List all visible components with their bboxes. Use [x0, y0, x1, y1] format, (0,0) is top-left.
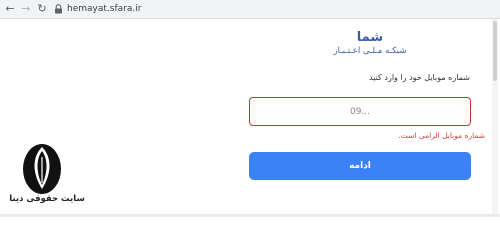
reload-icon[interactable]: ↻	[35, 2, 49, 16]
lock-icon[interactable]	[54, 4, 63, 14]
arrow-left-icon[interactable]: ←	[3, 2, 17, 16]
mobile-error-message: شماره موبایل الزامی است.	[398, 131, 485, 140]
address-bar[interactable]: hemayat.sfara.ir	[67, 3, 141, 15]
brand-title: شما	[356, 30, 384, 45]
browser-toolbar: ← → ↻ hemayat.sfara.ir	[0, 0, 500, 19]
page-scrollbar[interactable]	[492, 19, 498, 215]
mobile-input[interactable]	[249, 97, 471, 126]
brand-subtitle: شبکـه مـلـی اعـتـبـار	[333, 46, 407, 56]
arrow-right-icon[interactable]: →	[19, 2, 33, 16]
page-bottom-border	[0, 214, 500, 217]
watermark-logo	[23, 144, 61, 194]
continue-button[interactable]: ادامه	[249, 152, 471, 180]
scrollbar-thumb[interactable]	[493, 21, 497, 81]
watermark-text: سایت حقوقی دینا	[9, 194, 85, 204]
mobile-field-label: شماره موبایل خود را وارد کنید	[369, 73, 470, 82]
